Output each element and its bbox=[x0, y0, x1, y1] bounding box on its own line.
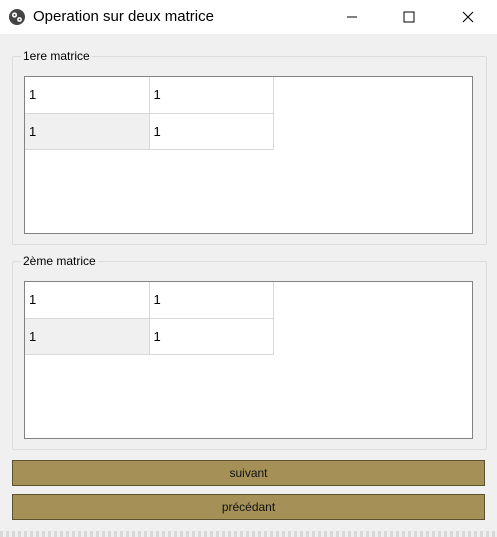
maximize-icon bbox=[403, 11, 415, 23]
matrix2-cell[interactable]: 1 bbox=[149, 282, 274, 319]
matrix2-cell[interactable]: 1 bbox=[25, 282, 150, 319]
matrix2-label: 2ème matrice bbox=[21, 253, 98, 269]
matrix1-table[interactable]: 1 1 1 1 bbox=[24, 76, 473, 234]
gears-icon bbox=[8, 8, 26, 26]
matrix2-table[interactable]: 1 1 1 1 bbox=[24, 281, 473, 439]
table-row: 1 1 bbox=[25, 77, 274, 114]
close-icon bbox=[462, 11, 474, 23]
table-row: 1 1 bbox=[25, 113, 274, 150]
title-bar: Operation sur deux matrice bbox=[0, 0, 497, 34]
matrix1-cell[interactable]: 1 bbox=[149, 113, 274, 150]
minimize-icon bbox=[347, 16, 357, 18]
matrix1-cell[interactable]: 1 bbox=[25, 113, 150, 150]
matrix1-group: 1ere matrice 1 1 1 1 bbox=[12, 48, 487, 245]
minimize-button[interactable] bbox=[329, 0, 375, 34]
matrix2-cell[interactable]: 1 bbox=[149, 318, 274, 355]
window-title: Operation sur deux matrice bbox=[33, 8, 214, 25]
close-button[interactable] bbox=[445, 0, 491, 34]
bottom-edge bbox=[0, 531, 497, 537]
matrix1-cell[interactable]: 1 bbox=[149, 77, 274, 114]
matrix2-group: 2ème matrice 1 1 1 1 bbox=[12, 253, 487, 450]
matrix2-cell[interactable]: 1 bbox=[25, 318, 150, 355]
table-row: 1 1 bbox=[25, 318, 274, 355]
next-button[interactable]: suivant bbox=[12, 460, 485, 486]
matrix1-label: 1ere matrice bbox=[21, 48, 92, 64]
table-row: 1 1 bbox=[25, 282, 274, 319]
previous-button[interactable]: précédant bbox=[12, 494, 485, 520]
matrix1-cell[interactable]: 1 bbox=[25, 77, 150, 114]
maximize-button[interactable] bbox=[386, 0, 432, 34]
